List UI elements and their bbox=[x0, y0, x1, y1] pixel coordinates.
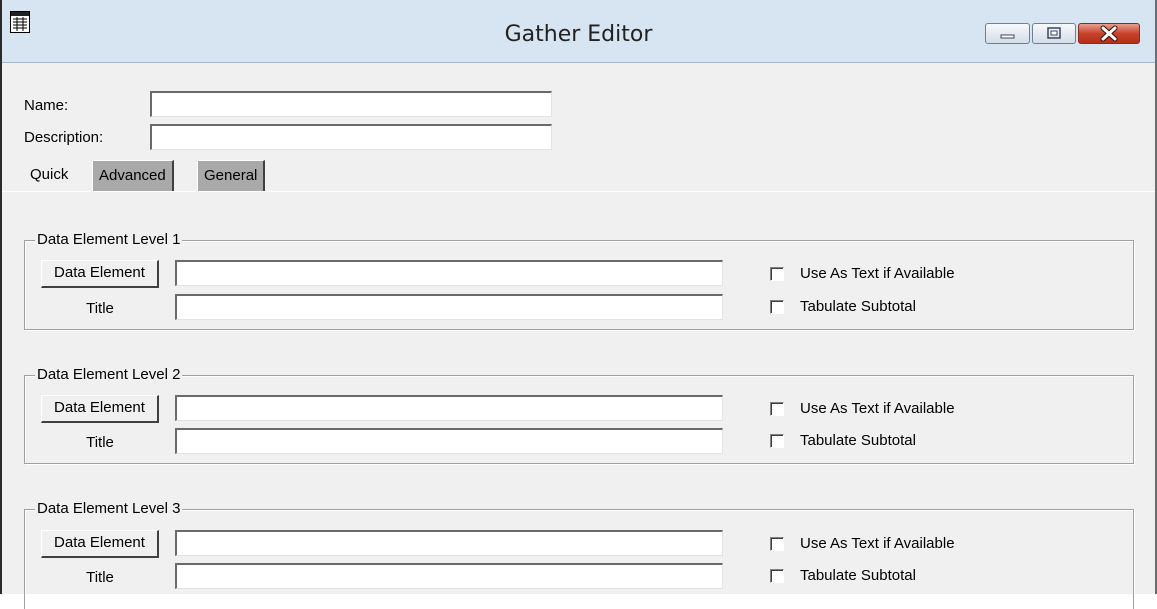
tabulate-subtotal-label: Tabulate Subtotal bbox=[800, 298, 916, 315]
minimize-icon bbox=[1000, 34, 1015, 39]
title-input[interactable] bbox=[175, 563, 723, 589]
tab-general[interactable]: General bbox=[197, 160, 266, 191]
data-element-input[interactable] bbox=[175, 395, 723, 421]
description-input[interactable] bbox=[150, 124, 552, 150]
tabulate-subtotal-checkbox[interactable] bbox=[770, 434, 784, 448]
group-title: Data Element Level 1 bbox=[35, 231, 183, 249]
data-element-input[interactable] bbox=[175, 530, 723, 556]
use-as-text-checkbox[interactable] bbox=[770, 267, 784, 281]
group-title: Data Element Level 3 bbox=[35, 500, 183, 518]
window-title: Gather Editor bbox=[504, 22, 653, 47]
close-icon bbox=[1100, 25, 1118, 42]
restore-icon bbox=[1047, 27, 1061, 39]
data-element-button[interactable]: Data Element bbox=[41, 530, 159, 558]
maximize-button[interactable] bbox=[1032, 23, 1076, 44]
title-input[interactable] bbox=[175, 294, 723, 320]
title-label: Title bbox=[86, 569, 114, 586]
gather-editor-window: Gather Editor Name: Description: Quick A… bbox=[0, 0, 1157, 609]
use-as-text-checkbox[interactable] bbox=[770, 537, 784, 551]
tab-divider bbox=[2, 191, 1155, 192]
tab-quick[interactable]: Quick bbox=[24, 160, 75, 191]
data-element-button[interactable]: Data Element bbox=[41, 260, 159, 288]
title-label: Title bbox=[86, 300, 114, 317]
tabulate-subtotal-label: Tabulate Subtotal bbox=[800, 567, 916, 584]
title-bar[interactable]: Gather Editor bbox=[2, 0, 1155, 63]
tabulate-subtotal-checkbox[interactable] bbox=[770, 569, 784, 583]
description-label: Description: bbox=[24, 129, 104, 146]
data-element-input[interactable] bbox=[175, 260, 723, 286]
title-label: Title bbox=[86, 434, 114, 451]
tabulate-subtotal-checkbox[interactable] bbox=[770, 300, 784, 314]
data-element-level-1-group: Data Element Level 1 Data Element Title … bbox=[24, 231, 1134, 330]
minimize-button[interactable] bbox=[985, 23, 1030, 44]
close-button[interactable] bbox=[1078, 23, 1140, 44]
name-input[interactable] bbox=[150, 91, 552, 117]
tab-advanced[interactable]: Advanced bbox=[92, 160, 174, 191]
group-title: Data Element Level 2 bbox=[35, 366, 183, 384]
data-element-level-3-group: Data Element Level 3 Data Element Title … bbox=[24, 500, 1134, 609]
title-input[interactable] bbox=[175, 428, 723, 454]
use-as-text-checkbox[interactable] bbox=[770, 402, 784, 416]
name-label: Name: bbox=[24, 97, 69, 114]
use-as-text-label: Use As Text if Available bbox=[800, 400, 955, 417]
tabulate-subtotal-label: Tabulate Subtotal bbox=[800, 432, 916, 449]
use-as-text-label: Use As Text if Available bbox=[800, 265, 955, 282]
data-element-level-2-group: Data Element Level 2 Data Element Title … bbox=[24, 366, 1134, 464]
use-as-text-label: Use As Text if Available bbox=[800, 535, 955, 552]
data-element-button[interactable]: Data Element bbox=[41, 395, 159, 423]
